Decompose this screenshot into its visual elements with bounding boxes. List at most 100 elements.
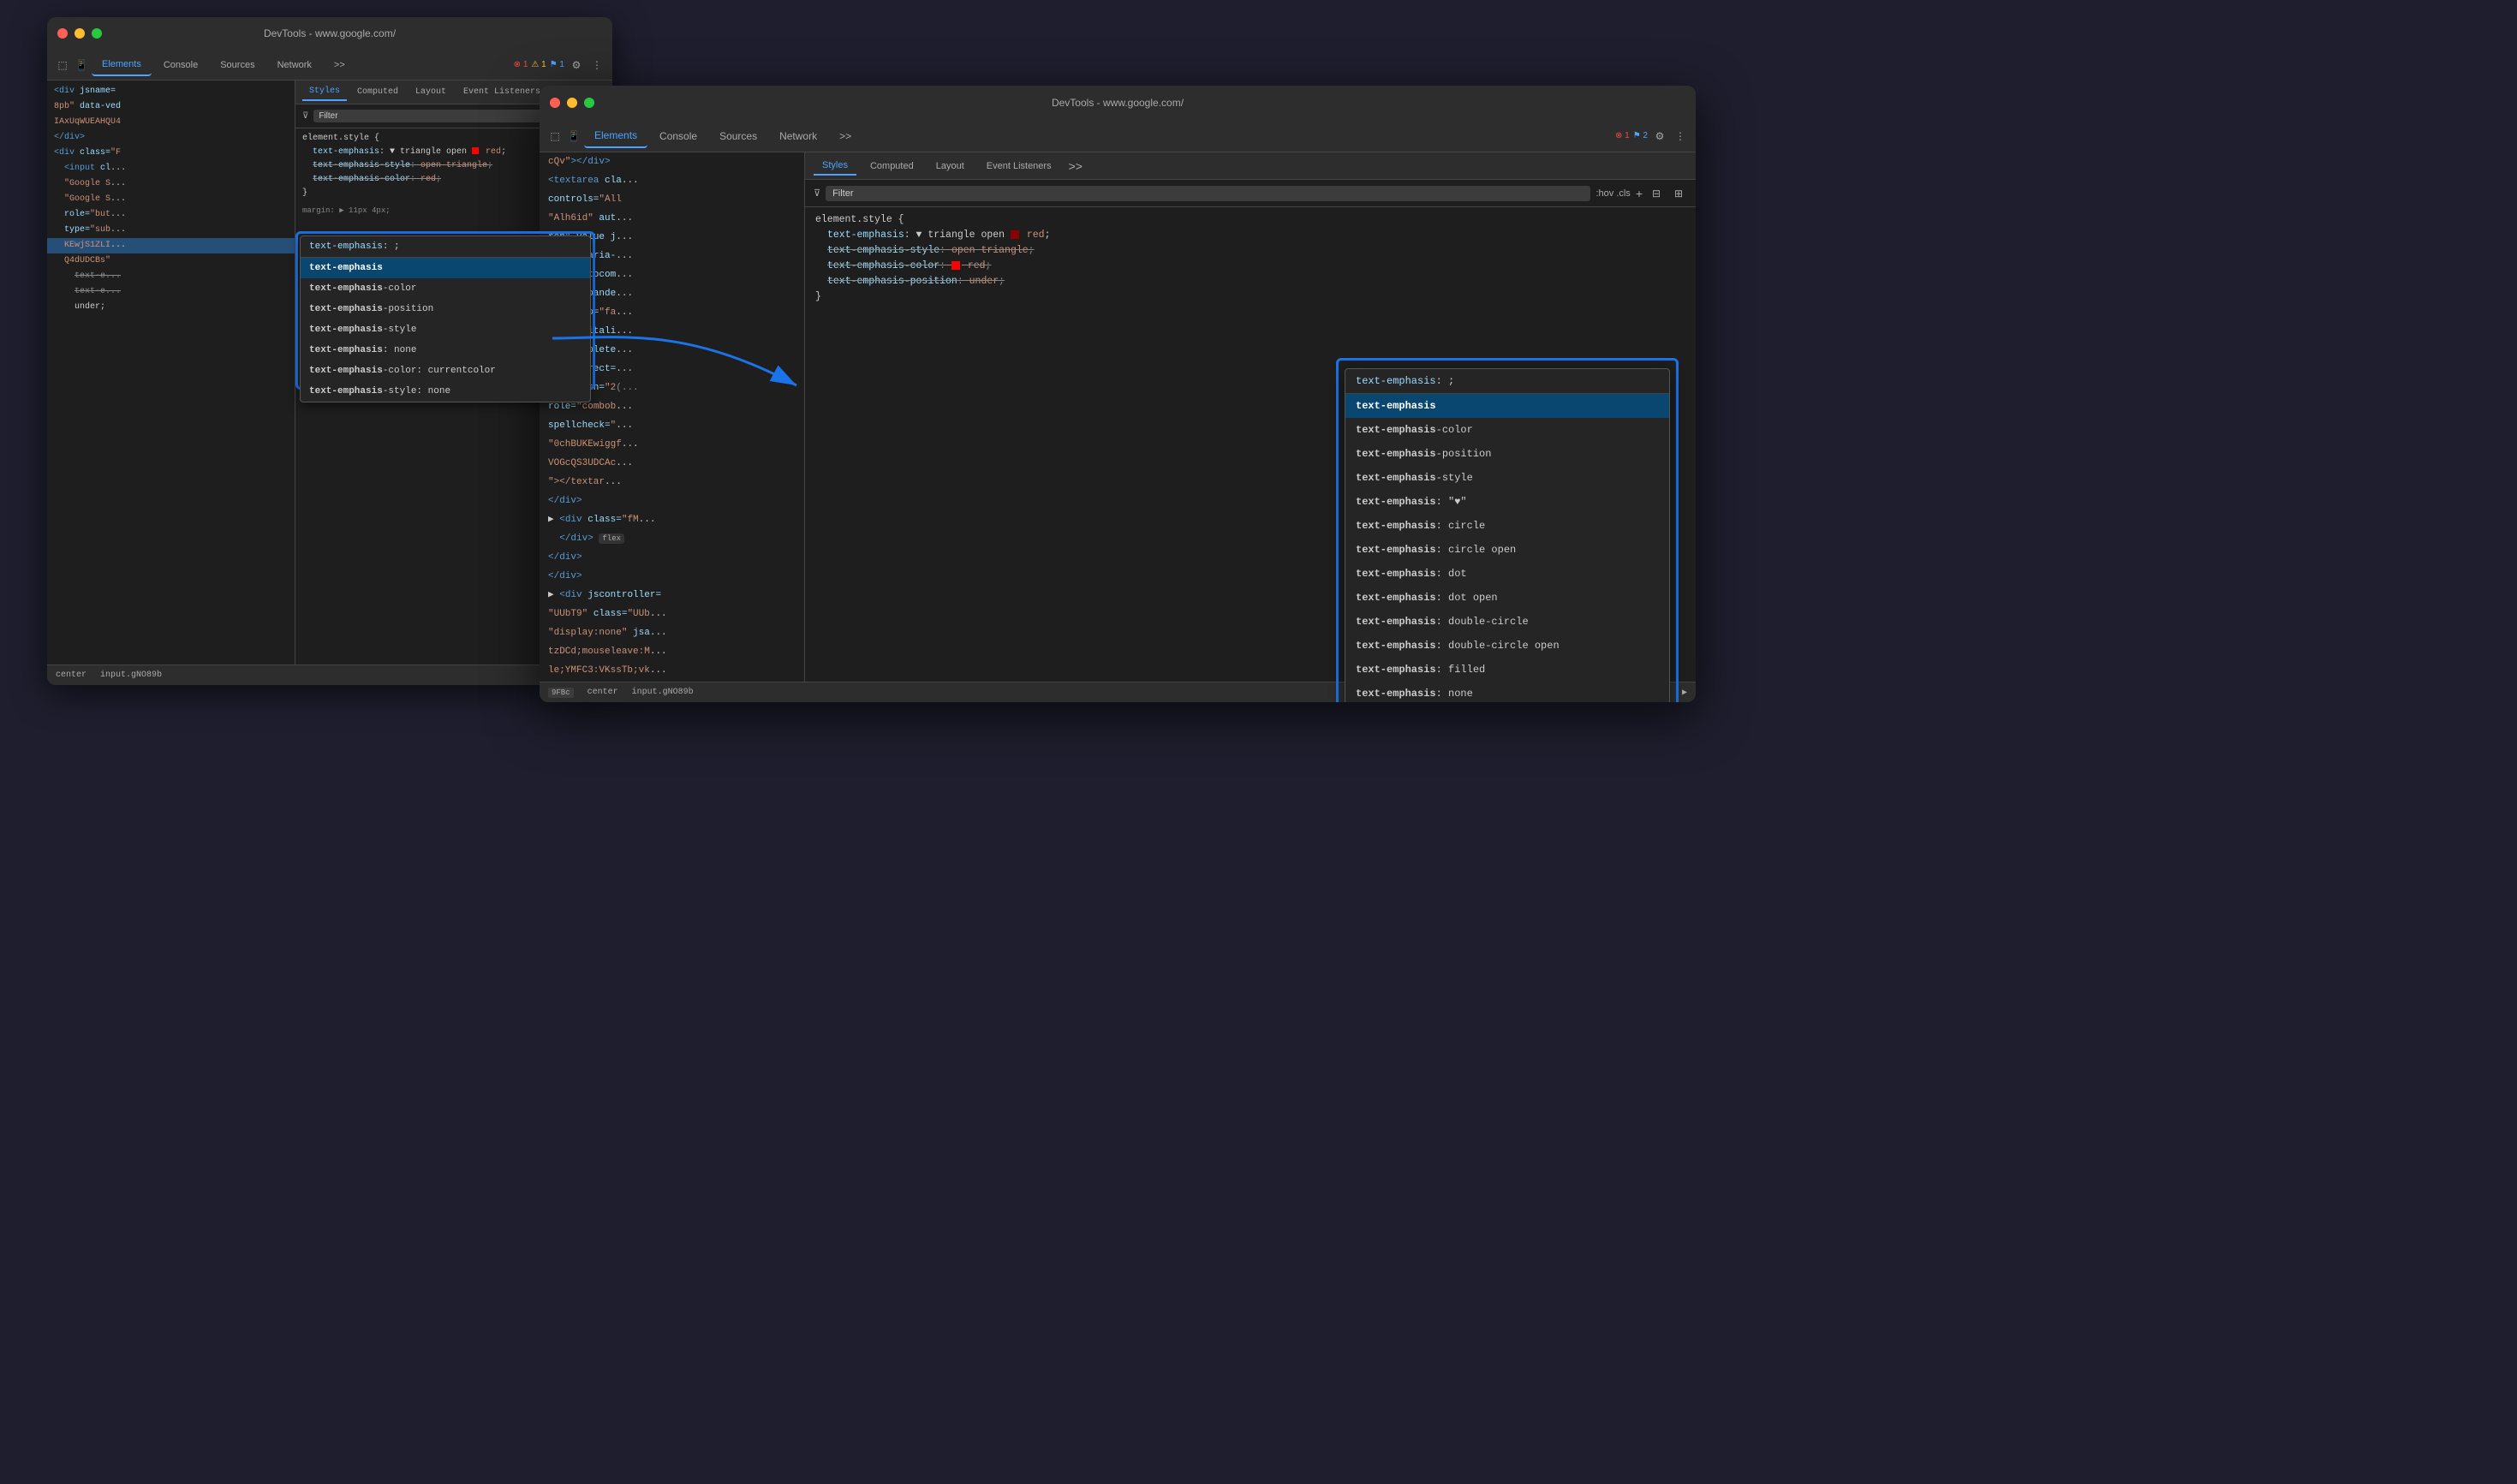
dom-line-selected: KEwjS1ZLI... <box>47 238 295 253</box>
bg-device-icon[interactable]: 📱 <box>73 57 90 74</box>
fg-dom-line: "Alh6id" aut... <box>540 209 804 228</box>
dom-line: <div class="F <box>47 146 295 161</box>
bg-status-bar: center input.gNO89b ◀ ▶ <box>47 665 612 685</box>
fg-minimize-button[interactable] <box>567 98 577 108</box>
fg-autocomplete-item-3[interactable]: text-emphasis-style <box>1345 466 1669 490</box>
bg-autocomplete-item-2[interactable]: text-emphasis-position <box>301 299 590 319</box>
fg-dom-line: ▶ <div jscontroller= <box>540 586 804 605</box>
bg-devtools-window: DevTools - www.google.com/ ⬚ 📱 Elements … <box>47 17 612 685</box>
fg-subtab-computed[interactable]: Computed <box>862 158 922 175</box>
bg-warning-badge: ⚠ 1 <box>531 60 546 69</box>
fg-dom-line: </div> <box>540 548 804 567</box>
dom-line: text-e... <box>47 284 295 300</box>
fg-window-title: DevTools - www.google.com/ <box>1052 97 1184 109</box>
fg-status-hash: 9FBc <box>548 688 574 698</box>
dom-line: under; <box>47 300 295 315</box>
fg-style-icon2[interactable]: ⊟ <box>1648 185 1665 202</box>
fg-autocomplete-item-12[interactable]: text-emphasis: none <box>1345 682 1669 702</box>
fg-css-emphasis-style: text-emphasis-style: open triangle; <box>815 243 1685 259</box>
fg-dom-line: </div> flex <box>540 529 804 548</box>
fg-dom-line: cQv"></div> <box>540 152 804 171</box>
fg-subtab-more[interactable]: >> <box>1069 159 1083 173</box>
fg-dom-line: tzDCd;mouseleave:M... <box>540 642 804 661</box>
bg-minimize-button[interactable] <box>75 28 85 39</box>
bg-status-selector2: input.gNO89b <box>100 670 162 680</box>
dom-line: "Google S... <box>47 192 295 207</box>
fg-autocomplete-item-0[interactable]: text-emphasis <box>1345 394 1669 418</box>
bg-more-icon[interactable]: ⋮ <box>588 57 605 74</box>
fg-filter-pseudo: :hov .cls <box>1595 188 1630 199</box>
bg-subtab-styles[interactable]: Styles <box>302 83 347 101</box>
fg-settings-icon[interactable]: ⚙ <box>1651 128 1668 145</box>
dom-line: Q4dUDCBs" <box>47 253 295 269</box>
bg-tab-network[interactable]: Network <box>267 55 322 75</box>
fg-autocomplete-item-5[interactable]: text-emphasis: circle <box>1345 514 1669 538</box>
fg-maximize-button[interactable] <box>584 98 594 108</box>
bg-subtab-events[interactable]: Event Listeners <box>456 84 547 100</box>
fg-dom-line: "></textar... <box>540 473 804 492</box>
fg-style-icon3[interactable]: ⊞ <box>1670 185 1687 202</box>
fg-dom-line: "0chBUKEwiggf... <box>540 435 804 454</box>
bg-filter-input[interactable] <box>313 110 542 122</box>
dom-line: type="sub... <box>47 223 295 238</box>
bg-autocomplete-item-1[interactable]: text-emphasis-color <box>301 278 590 299</box>
bg-autocomplete-item-4[interactable]: text-emphasis: none <box>301 340 590 361</box>
dom-line: <div jsname= <box>47 84 295 99</box>
fg-autocomplete-item-4[interactable]: text-emphasis: "♥" <box>1345 490 1669 514</box>
fg-autocomplete-item-9[interactable]: text-emphasis: double-circle <box>1345 610 1669 634</box>
bg-autocomplete-input-row: text-emphasis: ; <box>301 236 590 258</box>
bg-autocomplete[interactable]: text-emphasis: ; text-emphasis text-emph… <box>300 235 591 402</box>
bg-autocomplete-item-6[interactable]: text-emphasis-style: none <box>301 381 590 402</box>
fg-status-selector1: center <box>587 688 618 697</box>
fg-autocomplete-item-7[interactable]: text-emphasis: dot <box>1345 562 1669 586</box>
bg-maximize-button[interactable] <box>92 28 102 39</box>
fg-dom-line: controls="All <box>540 190 804 209</box>
fg-tab-console[interactable]: Console <box>649 125 707 147</box>
dom-line: 8pb" data-ved <box>47 99 295 115</box>
bg-tab-sources[interactable]: Sources <box>210 55 265 75</box>
fg-device-icon[interactable]: 📱 <box>565 128 582 145</box>
bg-subtab-layout[interactable]: Layout <box>409 84 453 100</box>
fg-toolbar-icons: ⊗ 1 ⚑ 2 ⚙ ⋮ <box>1615 128 1689 145</box>
bg-autocomplete-item-3[interactable]: text-emphasis-style <box>301 319 590 340</box>
fg-autocomplete-item-1[interactable]: text-emphasis-color <box>1345 418 1669 442</box>
fg-filter-icon: ⊽ <box>814 188 820 199</box>
fg-autocomplete[interactable]: text-emphasis: ; text-emphasis text-emph… <box>1345 368 1670 702</box>
fg-subtab-events[interactable]: Event Listeners <box>978 158 1060 175</box>
fg-autocomplete-item-11[interactable]: text-emphasis: filled <box>1345 658 1669 682</box>
fg-inspect-icon[interactable]: ⬚ <box>546 128 564 145</box>
bg-dom-panel[interactable]: <div jsname= 8pb" data-ved IAxUqWUEAHQU4… <box>47 80 295 685</box>
bg-tab-more[interactable]: >> <box>324 55 355 75</box>
fg-tab-elements[interactable]: Elements <box>584 124 647 148</box>
fg-autocomplete-item-2[interactable]: text-emphasis-position <box>1345 442 1669 466</box>
fg-error-badge: ⊗ 1 <box>1615 131 1630 140</box>
fg-tab-sources[interactable]: Sources <box>709 125 767 147</box>
dom-line: <input cl... <box>47 161 295 176</box>
bg-tab-elements[interactable]: Elements <box>92 54 152 76</box>
bg-settings-icon[interactable]: ⚙ <box>568 57 585 74</box>
bg-tab-console[interactable]: Console <box>153 55 208 75</box>
fg-tab-more[interactable]: >> <box>829 125 862 147</box>
bg-close-button[interactable] <box>57 28 68 39</box>
fg-autocomplete-item-10[interactable]: text-emphasis: double-circle open <box>1345 634 1669 658</box>
fg-autocomplete-item-8[interactable]: text-emphasis: dot open <box>1345 586 1669 610</box>
bg-status-selector1: center <box>56 670 86 680</box>
bg-inspect-icon[interactable]: ⬚ <box>54 57 71 74</box>
bg-autocomplete-item-0[interactable]: text-emphasis <box>301 258 590 278</box>
fg-tab-network[interactable]: Network <box>769 125 827 147</box>
fg-more-icon[interactable]: ⋮ <box>1672 128 1689 145</box>
fg-dom-line: "display:none" jsa... <box>540 623 804 642</box>
fg-filter-input[interactable] <box>826 186 1590 201</box>
fg-subtab-layout[interactable]: Layout <box>927 158 973 175</box>
fg-titlebar: DevTools - www.google.com/ <box>540 86 1696 120</box>
bg-autocomplete-item-5[interactable]: text-emphasis-color: currentcolor <box>301 361 590 381</box>
fg-autocomplete-item-6[interactable]: text-emphasis: circle open <box>1345 538 1669 562</box>
fg-subtab-styles[interactable]: Styles <box>814 157 856 176</box>
fg-add-style-icon[interactable]: + <box>1636 187 1643 200</box>
fg-nav-next[interactable]: ▶ <box>1682 688 1687 698</box>
fg-close-button[interactable] <box>550 98 560 108</box>
fg-dom-line: <textarea cla... <box>540 171 804 190</box>
bg-subtab-computed[interactable]: Computed <box>350 84 405 100</box>
fg-dom-line: </div> <box>540 567 804 586</box>
fg-dom-line: </div> <box>540 492 804 510</box>
